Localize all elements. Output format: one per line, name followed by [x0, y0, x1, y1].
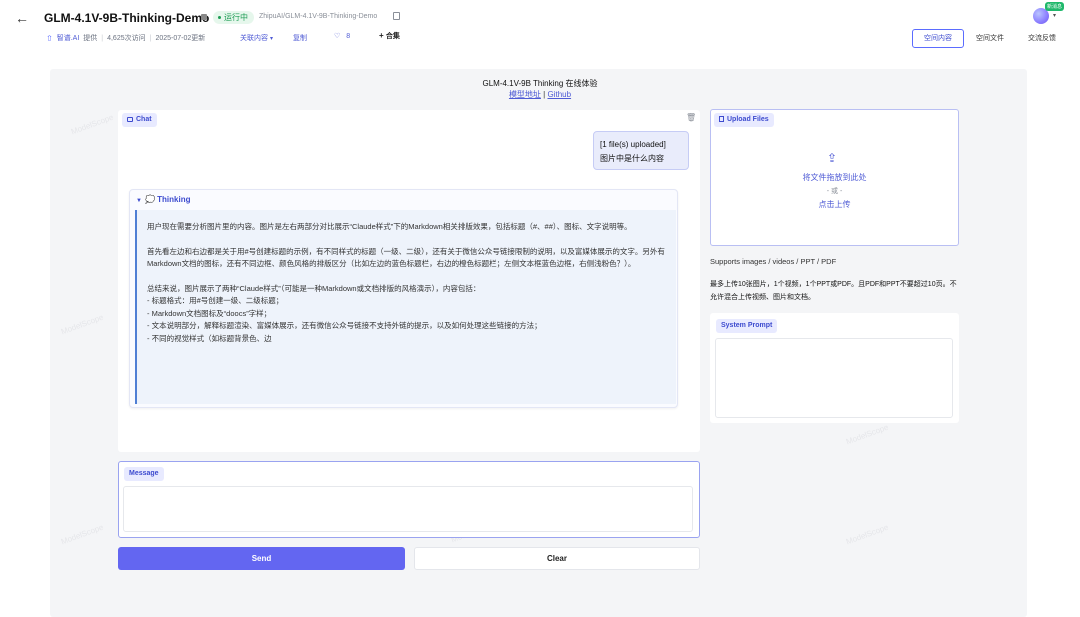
upload-label: Upload Files	[714, 113, 774, 127]
user-message-line: [1 file(s) uploaded]	[600, 140, 666, 149]
space-tabs: 空间内容 空间文件 交流反馈	[912, 29, 1068, 48]
model-link[interactable]: 模型地址	[509, 90, 541, 99]
related-content-label: 关联内容	[240, 35, 268, 42]
file-icon	[719, 116, 724, 123]
space-type-icon	[201, 14, 207, 20]
triangle-down-icon: ▼	[136, 198, 142, 204]
provided-by-label: 提供	[83, 35, 98, 42]
upload-icon: ⇪	[827, 151, 838, 165]
top-header: ← GLM-4.1V-9B-Thinking-Demo 运行中 ZhipuAI/…	[0, 0, 1080, 60]
user-message-bubble: [1 file(s) uploaded] 图片中是什么内容	[593, 131, 689, 170]
link-separator: |	[543, 90, 546, 99]
status-badge: 运行中	[213, 11, 254, 24]
chat-label-text: Chat	[136, 116, 152, 123]
tab-space-files[interactable]: 空间文件	[964, 29, 1016, 48]
thought-bubble-icon: 💭	[144, 195, 158, 204]
update-date: 2025-07-02更新	[155, 35, 206, 42]
drop-text: 将文件拖放到此处	[802, 173, 867, 182]
upload-label-text: Upload Files	[727, 116, 769, 123]
upload-instructions: 将文件拖放到此处 - 或 - 点击上传	[710, 171, 959, 212]
app-links: 模型地址 | Github	[0, 89, 1080, 100]
provider-logo-icon: ⇧	[46, 33, 53, 43]
thinking-content: 用户现在需要分析图片里的内容。图片是左右两部分对比展示“Claude样式”下的M…	[135, 210, 676, 404]
thinking-bullet: - Markdown文档图标及“doocs”字样；	[147, 308, 272, 318]
page-title: GLM-4.1V-9B-Thinking-Demo	[44, 11, 210, 25]
thinking-toggle[interactable]: ▼ 💭 Thinking	[136, 195, 190, 204]
heart-icon: ♡	[334, 33, 341, 40]
provider-name[interactable]: 智谱.AI	[57, 33, 80, 43]
related-content-dropdown[interactable]: 关联内容 ▾	[240, 33, 273, 43]
thinking-bullet: - 不同的视觉样式（如标题背景色、边	[147, 333, 272, 343]
upload-limit-text: 最多上传10张图片，1个视频，1个PPT或PDF。且PDF和PPT不要超过10页…	[710, 281, 957, 301]
meta-divider: |	[101, 34, 104, 42]
supported-types-text: Supports images / videos / PPT / PDF	[710, 257, 837, 266]
user-message-line: 图片中是什么内容	[600, 154, 664, 163]
github-link[interactable]: Github	[547, 90, 571, 99]
copy-path-icon[interactable]	[393, 12, 400, 20]
chevron-down-icon: ▾	[269, 36, 273, 42]
or-text: - 或 -	[826, 187, 843, 195]
copy-link[interactable]: 复制	[293, 33, 307, 43]
tab-feedback[interactable]: 交流反馈	[1016, 29, 1068, 48]
like-count: 8	[346, 33, 351, 40]
message-label: Message	[124, 467, 164, 481]
thinking-paragraph: 用户现在需要分析图片里的内容。图片是左右两部分对比展示“Claude样式”下的M…	[147, 222, 632, 231]
meta-divider: |	[149, 34, 152, 42]
thinking-paragraph: 首先看左边和右边都是关于用#号创建标题的示例，有不同样式的标题（一级、二级），还…	[147, 246, 665, 269]
like-button[interactable]: ♡ 8	[334, 32, 350, 40]
visit-count: 4,625次访问	[107, 35, 146, 42]
thinking-bullet: - 标题格式：用#号创建一级、二级标题；	[147, 296, 284, 306]
click-upload-link[interactable]: 点击上传	[710, 198, 959, 212]
new-message-badge: 新消息	[1045, 2, 1065, 11]
trash-icon[interactable]: 🗑	[686, 113, 696, 122]
chat-bubble-icon	[127, 116, 133, 122]
add-to-collection-button[interactable]: + 合集	[379, 31, 400, 41]
message-input[interactable]	[123, 486, 693, 532]
thinking-paragraph: 总结来说，图片展示了两种“Claude样式”（可能是一种Markdown或文档排…	[147, 284, 481, 293]
chat-label: Chat	[122, 113, 157, 127]
status-dot-icon	[218, 16, 221, 20]
collection-label: 合集	[385, 33, 400, 40]
tab-space-content[interactable]: 空间内容	[912, 29, 964, 48]
thinking-bullet: - 文本说明部分，解释标题渲染、富媒体展示，还有微信公众号链接不支持外链的提示，…	[147, 321, 542, 331]
status-text: 运行中	[224, 13, 248, 22]
clear-button[interactable]: Clear	[414, 547, 700, 570]
thinking-label: Thinking	[157, 195, 191, 204]
repo-path: ZhipuAI/GLM-4.1V-9B-Thinking-Demo	[259, 13, 378, 20]
chevron-down-icon[interactable]: ▾	[1053, 12, 1056, 19]
system-prompt-input[interactable]	[715, 338, 953, 418]
send-button[interactable]: Send	[118, 547, 405, 570]
plus-icon: +	[379, 31, 384, 40]
system-prompt-label: System Prompt	[716, 319, 778, 333]
back-arrow-icon[interactable]: ←	[14, 10, 30, 26]
meta-row: ⇧ 智谱.AI 提供 | 4,625次访问 | 2025-07-02更新	[46, 33, 205, 43]
app-title: GLM-4.1V-9B Thinking 在线体验	[482, 79, 598, 88]
